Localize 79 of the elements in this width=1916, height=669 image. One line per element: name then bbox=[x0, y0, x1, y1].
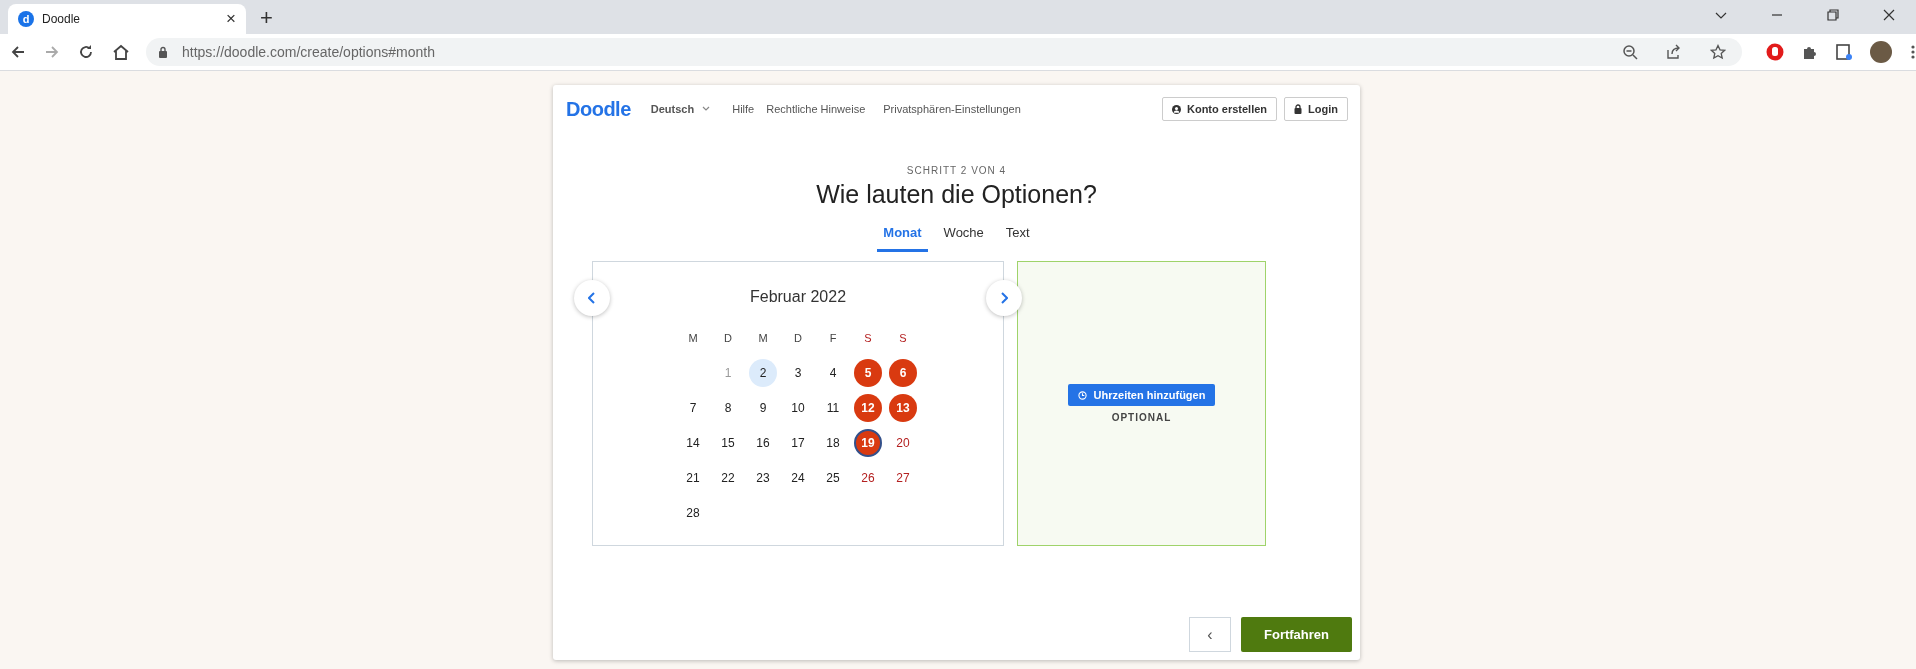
clock-icon bbox=[1077, 390, 1087, 400]
calendar-day[interactable]: 16 bbox=[749, 428, 777, 457]
tab[interactable]: Monat bbox=[877, 221, 928, 252]
step-label: SCHRITT 2 VON 4 bbox=[905, 165, 1008, 176]
calendar-day[interactable]: 11 bbox=[819, 393, 847, 422]
next-month-button[interactable] bbox=[986, 280, 1022, 316]
weekday-label: M bbox=[758, 331, 768, 344]
logo[interactable]: Doodle bbox=[566, 97, 631, 121]
calendar-day[interactable]: 22 bbox=[714, 463, 742, 492]
chevron-left-icon bbox=[588, 292, 596, 304]
calendar-day[interactable]: 21 bbox=[679, 463, 707, 492]
home-icon[interactable] bbox=[112, 44, 130, 60]
calendar-day[interactable]: 28 bbox=[679, 498, 707, 527]
calendar-day[interactable]: 24 bbox=[784, 463, 812, 492]
calendar-day[interactable]: 9 bbox=[749, 393, 777, 422]
star-icon[interactable] bbox=[1710, 44, 1726, 60]
calendar-day[interactable]: 18 bbox=[819, 428, 847, 457]
user-icon bbox=[1172, 104, 1181, 114]
create-account-button[interactable]: Konto erstellen bbox=[1162, 97, 1278, 121]
url-text: https://doodle.com/create/options#month bbox=[182, 44, 435, 60]
nav-link[interactable]: Rechtliche Hinweise bbox=[766, 103, 866, 115]
continue-button[interactable]: Fortfahren bbox=[1241, 617, 1352, 652]
address-bar[interactable]: https://doodle.com/create/options#month bbox=[146, 38, 1742, 66]
tab[interactable]: Text bbox=[999, 221, 1036, 252]
calendar-day[interactable]: 25 bbox=[819, 463, 847, 492]
calendar-day[interactable]: 6 bbox=[889, 358, 917, 387]
browser-tab[interactable]: d Doodle × bbox=[8, 4, 246, 34]
menu-icon[interactable] bbox=[1910, 44, 1916, 60]
lock-icon bbox=[1294, 104, 1303, 114]
weekday-label: F bbox=[829, 331, 837, 344]
tab-title: Doodle bbox=[42, 12, 82, 26]
nav-link[interactable]: Privatsphären-Einstellungen bbox=[883, 103, 1021, 115]
zoom-out-icon[interactable] bbox=[1622, 44, 1638, 60]
nav-link[interactable]: Hilfe bbox=[732, 103, 755, 115]
calendar-day[interactable]: 13 bbox=[889, 393, 917, 422]
calendar-day[interactable]: 8 bbox=[714, 393, 742, 422]
month-title: Februar 2022 bbox=[748, 288, 848, 306]
close-tab-button[interactable]: × bbox=[226, 11, 236, 27]
share-icon[interactable] bbox=[1666, 44, 1682, 60]
add-times-button[interactable]: Uhrzeiten hinzufügen bbox=[1067, 384, 1216, 406]
calendar-day[interactable]: 27 bbox=[889, 463, 917, 492]
profile-avatar[interactable] bbox=[1870, 41, 1892, 63]
new-tab-button[interactable]: + bbox=[260, 6, 273, 30]
page-heading: Wie lauten die Optionen? bbox=[815, 180, 1098, 209]
calendar-day[interactable]: 14 bbox=[679, 428, 707, 457]
weekday-label: D bbox=[794, 331, 802, 344]
close-icon[interactable] bbox=[1882, 8, 1896, 22]
sidebar-icon[interactable] bbox=[1836, 44, 1852, 60]
reload-icon[interactable] bbox=[78, 44, 94, 60]
calendar-day[interactable]: 2 bbox=[749, 358, 777, 387]
weekday-label: S bbox=[899, 331, 907, 344]
restore-icon[interactable] bbox=[1826, 8, 1840, 22]
language-select[interactable]: Deutsch bbox=[650, 103, 711, 115]
calendar-day[interactable]: 19 bbox=[854, 428, 882, 457]
tab[interactable]: Woche bbox=[937, 221, 990, 252]
favicon-icon: d bbox=[18, 11, 34, 27]
chevron-right-icon bbox=[1000, 292, 1008, 304]
calendar-day[interactable]: 10 bbox=[784, 393, 812, 422]
calendar-day[interactable]: 17 bbox=[784, 428, 812, 457]
calendar-day[interactable]: 3 bbox=[784, 358, 812, 387]
weekday-label: M bbox=[688, 331, 698, 344]
calendar-day[interactable]: 15 bbox=[714, 428, 742, 457]
calendar-day[interactable]: 12 bbox=[854, 393, 882, 422]
optional-label: OPTIONAL bbox=[1111, 412, 1172, 423]
calendar-day[interactable]: 23 bbox=[749, 463, 777, 492]
calendar-day[interactable]: 20 bbox=[889, 428, 917, 457]
back-button[interactable]: ‹ bbox=[1189, 617, 1231, 652]
lock-icon bbox=[158, 46, 168, 58]
previous-month-button[interactable] bbox=[574, 280, 610, 316]
chevron-down-icon bbox=[702, 106, 711, 112]
calendar-day[interactable]: 26 bbox=[854, 463, 882, 492]
puzzle-icon[interactable] bbox=[1802, 44, 1818, 60]
weekday-label: D bbox=[724, 331, 732, 344]
calendar-day[interactable]: 7 bbox=[679, 393, 707, 422]
calendar-day[interactable]: 4 bbox=[819, 358, 847, 387]
calendar-day[interactable]: 5 bbox=[854, 358, 882, 387]
login-button[interactable]: Login bbox=[1284, 97, 1348, 121]
back-arrow-icon[interactable] bbox=[10, 44, 26, 60]
weekday-label: S bbox=[864, 331, 872, 344]
